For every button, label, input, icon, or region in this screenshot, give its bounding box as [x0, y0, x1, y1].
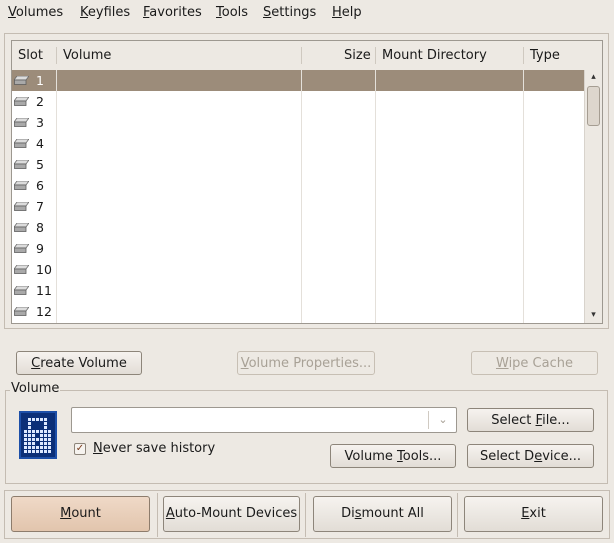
drive-icon [14, 160, 29, 169]
slot-number: 6 [36, 178, 44, 193]
slot-number: 3 [36, 115, 44, 130]
combo-divider [428, 411, 429, 429]
button-bar-divider [457, 493, 458, 537]
header-divider [301, 47, 302, 64]
menu-settings[interactable]: Settings [263, 5, 316, 20]
select-device-button[interactable]: Select Device... [467, 444, 594, 468]
menu-favorites[interactable]: Favorites [143, 5, 202, 20]
slot-row[interactable]: 11 [12, 280, 584, 301]
slot-number: 7 [36, 199, 44, 214]
column-divider [301, 70, 302, 323]
button-bar-divider [157, 493, 158, 537]
drive-icon [14, 286, 29, 295]
column-divider [56, 70, 57, 323]
slot-number: 2 [36, 94, 44, 109]
slot-row[interactable]: 9 [12, 238, 584, 259]
slot-row[interactable]: 1 [12, 70, 584, 91]
column-header-type[interactable]: Type [530, 41, 560, 70]
scroll-up-arrow-icon[interactable]: ▴ [585, 70, 602, 84]
slot-row[interactable]: 4 [12, 133, 584, 154]
slot-row[interactable]: 3 [12, 112, 584, 133]
drive-icon [14, 181, 29, 190]
drive-icon [14, 139, 29, 148]
auto-mount-devices-button[interactable]: Auto-Mount Devices [163, 496, 300, 532]
wipe-cache-button[interactable]: Wipe Cache [471, 351, 598, 375]
slot-row[interactable]: 8 [12, 217, 584, 238]
volume-group-label: Volume [10, 381, 61, 396]
slot-row[interactable]: 10 [12, 259, 584, 280]
volume-path-combobox[interactable]: ⌄ [71, 407, 457, 433]
slot-row[interactable]: 7 [12, 196, 584, 217]
vertical-scrollbar[interactable]: ▴ ▾ [584, 70, 602, 323]
drive-icon [14, 265, 29, 274]
drive-icon [14, 244, 29, 253]
drive-icon [14, 76, 29, 85]
menu-keyfiles[interactable]: Keyfiles [80, 5, 130, 20]
slot-row[interactable]: 5 [12, 154, 584, 175]
truecrypt-logo-icon [19, 411, 57, 459]
drive-icon [14, 118, 29, 127]
column-header-slot[interactable]: Slot [18, 41, 43, 70]
never-save-history-label[interactable]: Never save history [93, 441, 215, 456]
slot-list[interactable]: Slot Volume Size Mount Directory Type 12… [11, 40, 603, 324]
slot-list-frame: Slot Volume Size Mount Directory Type 12… [4, 33, 609, 329]
slot-number: 5 [36, 157, 44, 172]
column-header-size[interactable]: Size [344, 41, 371, 70]
header-divider [56, 47, 57, 64]
dismount-all-button[interactable]: Dismount All [313, 496, 452, 532]
column-header-volume[interactable]: Volume [63, 41, 111, 70]
slot-number: 12 [36, 304, 52, 319]
menu-volumes[interactable]: Volumes [8, 5, 63, 20]
chevron-down-icon[interactable]: ⌄ [434, 410, 452, 430]
header-divider [375, 47, 376, 64]
never-save-history-checkbox[interactable]: ✓ [74, 443, 86, 455]
exit-button[interactable]: Exit [464, 496, 603, 532]
volume-group [5, 390, 608, 484]
scroll-thumb[interactable] [587, 86, 600, 126]
slot-row[interactable]: 2 [12, 91, 584, 112]
slot-number: 10 [36, 262, 52, 277]
drive-icon [14, 202, 29, 211]
menu-tools[interactable]: Tools [216, 5, 248, 20]
volume-tools-button[interactable]: Volume Tools... [330, 444, 456, 468]
drive-icon [14, 97, 29, 106]
drive-icon [14, 223, 29, 232]
slot-number: 11 [36, 283, 52, 298]
slot-row[interactable]: 6 [12, 175, 584, 196]
drive-icon [14, 307, 29, 316]
slot-rows: 1 2 3 4 5 6 7 8 9 10 11 12 [12, 70, 584, 323]
scroll-down-arrow-icon[interactable]: ▾ [585, 308, 602, 322]
column-header-mount-directory[interactable]: Mount Directory [382, 41, 487, 70]
create-volume-button[interactable]: Create Volume [16, 351, 142, 375]
button-bar-divider [305, 493, 306, 537]
column-divider [523, 70, 524, 323]
slot-number: 1 [36, 73, 44, 88]
mount-button[interactable]: Mount [11, 496, 150, 532]
slot-number: 8 [36, 220, 44, 235]
volume-properties-button[interactable]: Volume Properties... [237, 351, 375, 375]
select-file-button[interactable]: Select File... [467, 408, 594, 432]
header-divider [523, 47, 524, 64]
slot-number: 9 [36, 241, 44, 256]
slot-number: 4 [36, 136, 44, 151]
menu-bar: Volumes Keyfiles Favorites Tools Setting… [0, 0, 614, 26]
slot-row[interactable]: 12 [12, 301, 584, 322]
list-header: Slot Volume Size Mount Directory Type [12, 41, 602, 70]
menu-help[interactable]: Help [332, 5, 362, 20]
column-divider [375, 70, 376, 323]
